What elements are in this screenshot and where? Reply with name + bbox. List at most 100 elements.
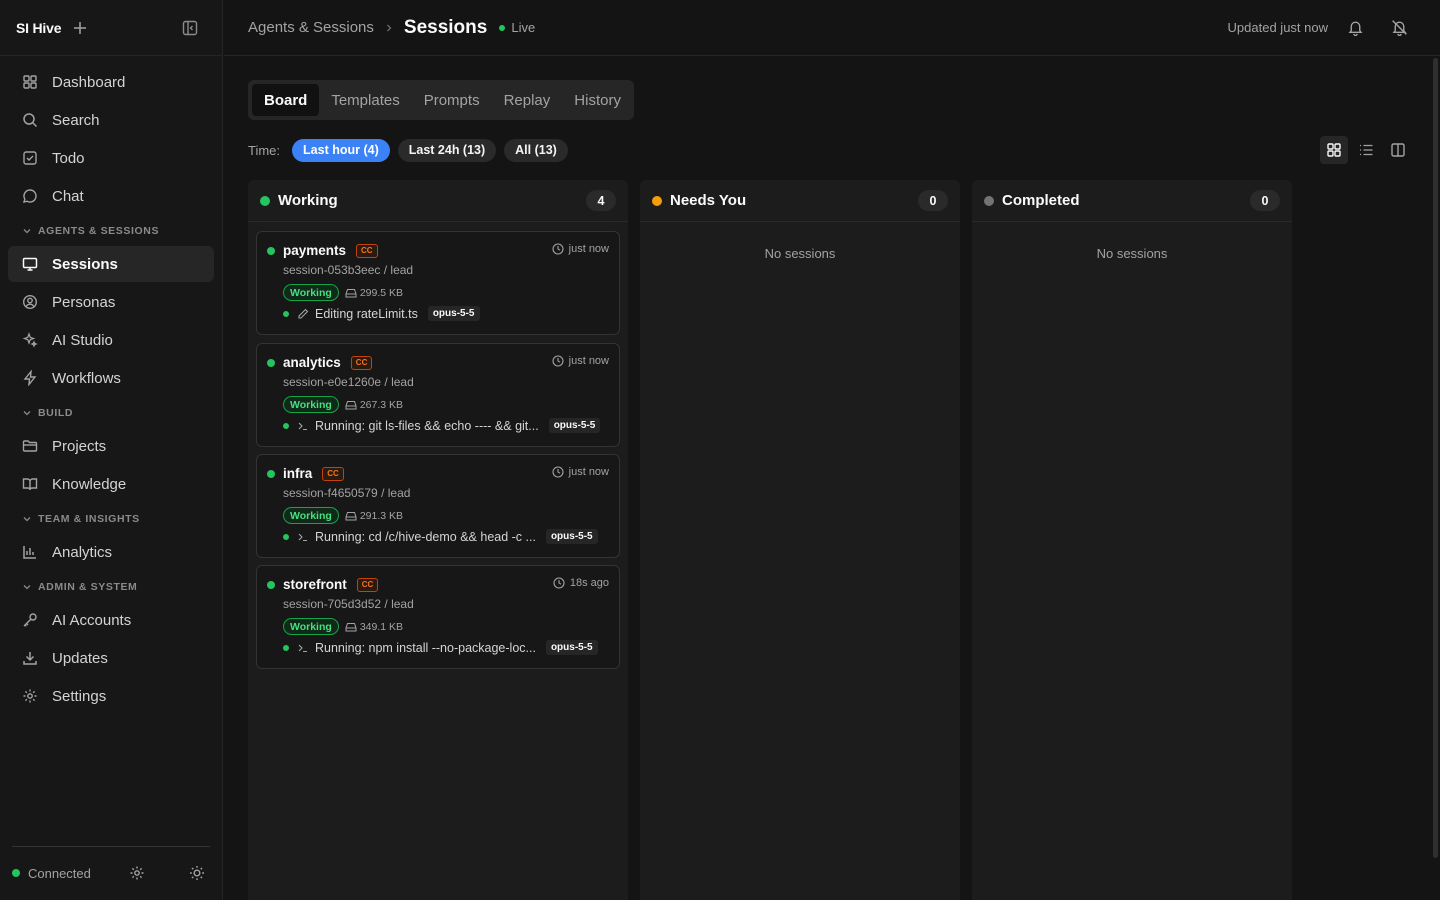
grid-view-icon[interactable] <box>1320 136 1348 164</box>
session-id: session-e0e1260e / lead <box>283 375 414 389</box>
session-name: payments <box>283 243 347 258</box>
storage-icon <box>345 288 357 297</box>
theme-toggle-sun-icon[interactable] <box>189 865 205 881</box>
page-scrollbar[interactable] <box>1433 58 1438 858</box>
section-team-insights[interactable]: TEAM & INSIGHTS <box>8 504 214 534</box>
bell-off-icon[interactable] <box>1391 19 1408 36</box>
breadcrumb[interactable]: Agents & Sessions <box>248 19 374 36</box>
card-title-row: storefront CC <box>267 577 379 592</box>
card-title-row: payments CC <box>267 243 378 258</box>
sidebar-item-label: Analytics <box>52 543 113 561</box>
sidebar-item-ai-studio[interactable]: AI Studio <box>8 322 214 358</box>
session-name: analytics <box>283 355 341 370</box>
time-filter: Time: Last hour (4) Last 24h (13) All (1… <box>248 138 576 162</box>
chevron-down-icon <box>22 226 32 236</box>
activity-text: Running: npm install --no-package-loc... <box>315 640 536 655</box>
sidebar-item-search[interactable]: Search <box>8 102 214 138</box>
column-needs-you: Needs You 0 No sessions <box>640 180 960 900</box>
split-view-icon[interactable] <box>1384 136 1412 164</box>
filter-last-24h[interactable]: Last 24h (13) <box>397 138 497 162</box>
sidebar-item-settings[interactable]: Settings <box>8 678 214 714</box>
time-label: just now <box>568 466 609 478</box>
status-dot <box>267 580 275 589</box>
brand-logo[interactable]: SI Hive <box>16 20 61 36</box>
view-tabs: Board Templates Prompts Replay History <box>248 80 634 120</box>
live-dot <box>499 24 506 31</box>
sidebar-footer: Connected <box>0 846 222 900</box>
size-value: 291.3 KB <box>359 509 404 522</box>
tab-templates[interactable]: Templates <box>319 84 411 116</box>
column-title: Needs You <box>670 192 747 209</box>
sidebar-item-ai-accounts[interactable]: AI Accounts <box>8 602 214 638</box>
sidebar-item-analytics[interactable]: Analytics <box>8 534 214 570</box>
clock-icon <box>552 355 564 367</box>
session-name: storefront <box>283 577 347 592</box>
context-size: 291.3 KB <box>345 510 403 522</box>
sidebar-item-personas[interactable]: Personas <box>8 284 214 320</box>
model-badge: opus-5-5 <box>427 306 480 321</box>
tab-prompts[interactable]: Prompts <box>412 84 492 116</box>
session-id: session-705d3d52 / lead <box>283 597 414 611</box>
activity-text: Editing rateLimit.ts <box>315 306 418 321</box>
session-time: just now <box>552 355 609 367</box>
sidebar-item-projects[interactable]: Projects <box>8 428 214 464</box>
view-mode-toggle <box>1316 136 1412 164</box>
session-card[interactable]: payments CC just now session-053b3eec / … <box>256 231 620 335</box>
gear-icon <box>22 688 38 704</box>
sidebar-item-label: Todo <box>52 149 85 167</box>
model-badge: opus-5-5 <box>548 418 601 433</box>
section-title: TEAM & INSIGHTS <box>38 513 140 525</box>
cc-badge: CC <box>356 243 378 258</box>
filter-last-hour[interactable]: Last hour (4) <box>292 138 390 162</box>
section-agents-sessions[interactable]: AGENTS & SESSIONS <box>8 216 214 246</box>
session-card[interactable]: storefront CC 18s ago session-705d3d52 /… <box>256 565 620 669</box>
activity-text: Running: git ls-files && echo ---- && gi… <box>315 418 539 433</box>
plus-icon[interactable] <box>73 21 87 35</box>
empty-state: No sessions <box>1096 246 1168 261</box>
tab-replay[interactable]: Replay <box>492 84 563 116</box>
sidebar-item-updates[interactable]: Updates <box>8 640 214 676</box>
storage-icon <box>345 511 357 520</box>
context-size: 267.3 KB <box>345 399 403 411</box>
empty-state: No sessions <box>764 246 836 261</box>
count-badge: 0 <box>1250 190 1280 211</box>
sidebar-item-dashboard[interactable]: Dashboard <box>8 64 214 100</box>
cc-badge: CC <box>322 466 344 481</box>
chat-icon <box>22 188 38 204</box>
sidebar-item-sessions[interactable]: Sessions <box>8 246 214 282</box>
section-title: BUILD <box>38 407 74 419</box>
list-view-icon[interactable] <box>1352 136 1380 164</box>
section-build[interactable]: BUILD <box>8 398 214 428</box>
column-header: Needs You 0 <box>640 180 960 222</box>
card-activity-row: Running: cd /c/hive-demo && head -c ... … <box>283 529 609 544</box>
tab-board[interactable]: Board <box>252 84 320 116</box>
sidebar-item-workflows[interactable]: Workflows <box>8 360 214 396</box>
live-label: Live <box>511 20 536 35</box>
settings-gear-icon[interactable] <box>129 865 145 881</box>
column-completed: Completed 0 No sessions <box>972 180 1292 900</box>
status-dot <box>260 195 270 206</box>
filter-all[interactable]: All (13) <box>504 138 568 162</box>
bell-icon[interactable] <box>1347 19 1364 36</box>
session-card[interactable]: infra CC just now session-f4650579 / lea… <box>256 454 620 558</box>
session-card[interactable]: analytics CC just now session-e0e1260e /… <box>256 343 620 447</box>
sidebar-collapse-icon[interactable] <box>182 20 198 36</box>
status-dot <box>267 358 275 367</box>
sidebar-item-chat[interactable]: Chat <box>8 178 214 214</box>
status-dot <box>267 246 275 255</box>
connection-status: Connected <box>28 865 91 881</box>
sidebar-item-todo[interactable]: Todo <box>8 140 214 176</box>
sidebar-item-label: Settings <box>52 687 107 705</box>
sidebar-item-label: Knowledge <box>52 475 127 493</box>
sidebar-item-knowledge[interactable]: Knowledge <box>8 466 214 502</box>
time-label: 18s ago <box>569 577 609 589</box>
tab-history[interactable]: History <box>562 84 633 116</box>
column-header: Working 4 <box>248 180 628 222</box>
section-admin-system[interactable]: ADMIN & SYSTEM <box>8 572 214 602</box>
column-title: Completed <box>1002 192 1080 209</box>
size-value: 267.3 KB <box>359 398 404 411</box>
column-title: Working <box>278 192 338 209</box>
session-id: session-f4650579 / lead <box>283 486 411 500</box>
sidebar-item-label: Projects <box>52 437 107 455</box>
sidebar-item-label: Updates <box>52 649 108 667</box>
